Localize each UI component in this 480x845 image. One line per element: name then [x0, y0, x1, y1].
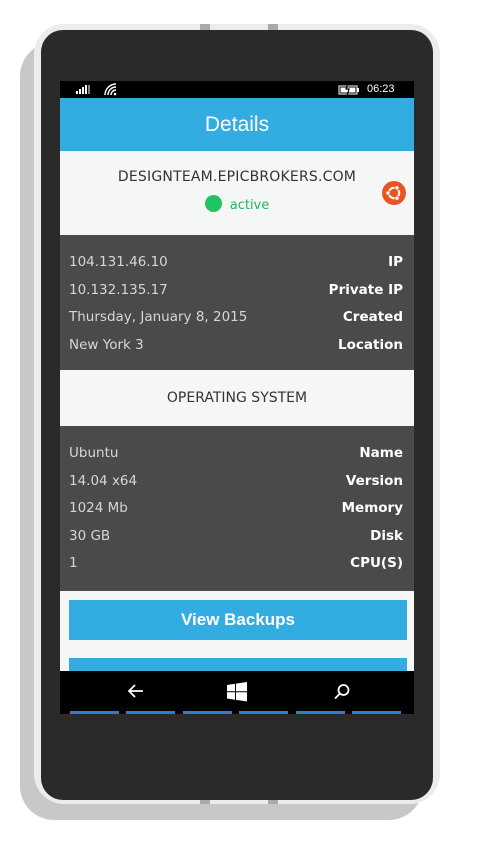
- os-row-memory: 1024 Mb Memory: [60, 495, 414, 523]
- battery-charging-icon: [338, 83, 359, 96]
- network-details: 104.131.46.10 IP 10.132.135.17 Private I…: [60, 235, 414, 370]
- nav-indicator-strip: [60, 711, 414, 714]
- detail-row-private-ip: 10.132.135.17 Private IP: [60, 277, 414, 305]
- memory-label: Memory: [341, 500, 403, 516]
- windows-logo-icon[interactable]: [226, 682, 248, 702]
- ubuntu-icon[interactable]: [382, 181, 406, 205]
- os-details: Ubuntu Name 14.04 x64 Version 1024 Mb Me…: [60, 426, 414, 591]
- os-version-value: 14.04 x64: [69, 472, 138, 489]
- section-title-operating-system: OPERATING SYSTEM: [60, 370, 414, 426]
- os-row-cpu: 1 CPU(S): [60, 550, 414, 578]
- status-dot-icon: [204, 195, 222, 212]
- detail-row-location: New York 3 Location: [60, 332, 414, 360]
- view-backups-button[interactable]: View Backups: [69, 599, 407, 640]
- os-row-disk: 30 GB Disk: [60, 523, 414, 551]
- host-card: DESIGNTEAM.EPICBROKERS.COM active: [60, 151, 414, 235]
- status-text: active: [229, 198, 270, 213]
- os-name-value: Ubuntu: [69, 445, 119, 461]
- search-icon[interactable]: [333, 683, 351, 701]
- location-value: New York 3: [69, 336, 144, 353]
- disk-value: 30 GB: [69, 527, 111, 544]
- cpu-label: CPU(S): [350, 555, 403, 571]
- detail-row-created: Thursday, January 8, 2015 Created: [60, 304, 414, 332]
- os-row-name: Ubuntu Name: [60, 440, 414, 468]
- ip-value: 104.131.46.10: [69, 254, 168, 270]
- status-time: 06:23: [367, 83, 395, 95]
- host-name: DESIGNTEAM.EPICBROKERS.COM: [117, 169, 357, 185]
- os-version-label: Version: [345, 472, 403, 489]
- os-row-version: 14.04 x64 Version: [60, 468, 414, 496]
- private-ip-label: Private IP: [328, 281, 403, 298]
- memory-value: 1024 Mb: [69, 500, 128, 516]
- private-ip-value: 10.132.135.17: [69, 281, 168, 298]
- created-label: Created: [342, 309, 403, 325]
- status-badge: active: [60, 195, 414, 214]
- page-title: Details: [60, 98, 414, 151]
- status-bar: 06:23: [60, 81, 414, 98]
- wifi-icon: [104, 83, 117, 96]
- detail-row-ip: 104.131.46.10 IP: [60, 249, 414, 277]
- navigation-bar: [60, 671, 414, 714]
- cpu-value: 1: [69, 555, 78, 571]
- os-name-label: Name: [359, 445, 403, 461]
- ip-label: IP: [388, 254, 403, 270]
- disk-label: Disk: [370, 527, 403, 544]
- back-arrow-icon[interactable]: [127, 683, 145, 699]
- created-value: Thursday, January 8, 2015: [69, 309, 248, 325]
- screen: 06:23 Details DESIGNTEAM.EPICBROKERS.COM…: [60, 81, 414, 714]
- location-label: Location: [338, 336, 403, 353]
